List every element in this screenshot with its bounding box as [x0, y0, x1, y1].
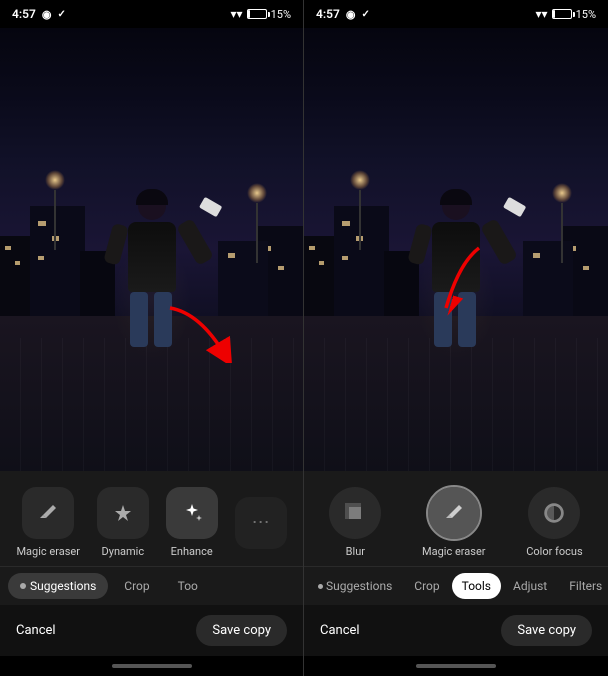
- crop-label-right: Crop: [414, 579, 439, 593]
- photo-right: [304, 28, 608, 471]
- enhance-label: Enhance: [171, 545, 213, 558]
- cancel-button-right[interactable]: Cancel: [320, 623, 360, 638]
- blur-label: Blur: [346, 545, 365, 558]
- tools-partial-label: Too: [178, 579, 198, 593]
- tools-label-right: Tools: [462, 579, 491, 593]
- suggestions-label: Suggestions: [30, 579, 96, 593]
- left-panel: 4:57 ◉ ✓ ▾▾ 15%: [0, 0, 303, 676]
- dynamic-label: Dynamic: [102, 545, 145, 558]
- home-indicator-right: [304, 656, 608, 676]
- action-bar-left: Cancel Save copy: [0, 605, 303, 656]
- lamp-glow-left: [45, 170, 65, 190]
- photo-left: [0, 28, 303, 471]
- home-indicator-left: [0, 656, 303, 676]
- magic-eraser-icon: [22, 487, 74, 539]
- save-button-left[interactable]: Save copy: [196, 615, 287, 646]
- lamp-glow-right: [247, 183, 267, 203]
- dynamic-icon: [97, 487, 149, 539]
- tool-magic-eraser-right[interactable]: Magic eraser: [422, 487, 486, 558]
- adjust-label-right: Adjust: [513, 579, 547, 593]
- status-bar-left: 4:57 ◉ ✓ ▾▾ 15%: [0, 0, 303, 28]
- wifi-icon-left: ▾▾: [231, 7, 243, 21]
- magic-eraser-icon-right: [428, 487, 480, 539]
- enhance-icon: [166, 487, 218, 539]
- check-icon-left: ✓: [57, 9, 65, 20]
- home-bar-right: [416, 664, 496, 668]
- toolbar-left: Magic eraser Dynamic Enhance: [0, 471, 303, 676]
- tab-crop-right[interactable]: Crop: [404, 573, 449, 599]
- time-left: 4:57: [12, 7, 36, 21]
- arrow-left: [160, 303, 240, 363]
- tab-tools-partial-left[interactable]: Too: [166, 573, 210, 599]
- tab-suggestions-right[interactable]: Suggestions: [308, 573, 402, 599]
- magic-eraser-label-right: Magic eraser: [422, 545, 486, 558]
- cancel-button-left[interactable]: Cancel: [16, 623, 56, 638]
- battery-pct-right: 15%: [576, 8, 596, 21]
- battery-left: [247, 9, 267, 19]
- tool-enhance[interactable]: Enhance: [166, 487, 218, 558]
- tab-bar-left: Suggestions Crop Too: [0, 566, 303, 605]
- tool-dynamic[interactable]: Dynamic: [97, 487, 149, 558]
- whatsapp-icon-left: ◉: [42, 8, 52, 21]
- tab-suggestions-left[interactable]: Suggestions: [8, 573, 108, 599]
- tool-color-focus[interactable]: Color focus: [526, 487, 582, 558]
- crop-label: Crop: [124, 579, 149, 593]
- toolbar-right: Blur Magic eraser: [304, 471, 608, 676]
- check-icon-right: ✓: [361, 9, 369, 20]
- right-panel: 4:57 ◉ ✓ ▾▾ 15%: [304, 0, 608, 676]
- save-button-right[interactable]: Save copy: [501, 615, 592, 646]
- tool-more[interactable]: ⋯: [235, 497, 287, 549]
- blur-icon: [329, 487, 381, 539]
- tool-blur[interactable]: Blur: [329, 487, 381, 558]
- battery-pct-left: 15%: [271, 8, 291, 21]
- tools-row-left: Magic eraser Dynamic Enhance: [0, 471, 303, 566]
- filters-label-right: Filters: [569, 579, 602, 593]
- magic-eraser-label: Magic eraser: [16, 545, 80, 558]
- suggestions-label-right: Suggestions: [326, 579, 392, 593]
- action-bar-right: Cancel Save copy: [304, 605, 608, 656]
- wifi-icon-right: ▾▾: [536, 7, 548, 21]
- status-bar-right: 4:57 ◉ ✓ ▾▾ 15%: [304, 0, 608, 28]
- whatsapp-icon-right: ◉: [346, 8, 356, 21]
- home-bar-left: [112, 664, 192, 668]
- color-focus-icon: [528, 487, 580, 539]
- time-right: 4:57: [316, 7, 340, 21]
- battery-right: [552, 9, 572, 19]
- tab-crop-left[interactable]: Crop: [112, 573, 161, 599]
- tool-magic-eraser[interactable]: Magic eraser: [16, 487, 80, 558]
- tab-adjust-right[interactable]: Adjust: [503, 573, 557, 599]
- tools-row-right: Blur Magic eraser: [304, 471, 608, 566]
- arrow-right: [404, 243, 494, 323]
- color-focus-label: Color focus: [526, 545, 582, 558]
- more-icon: ⋯: [235, 497, 287, 549]
- tab-tools-right[interactable]: Tools: [452, 573, 501, 599]
- tab-filters-right[interactable]: Filters: [559, 573, 608, 599]
- suggestion-dot: [20, 583, 26, 589]
- tab-bar-right: Suggestions Crop Tools Adjust Filters: [304, 566, 608, 605]
